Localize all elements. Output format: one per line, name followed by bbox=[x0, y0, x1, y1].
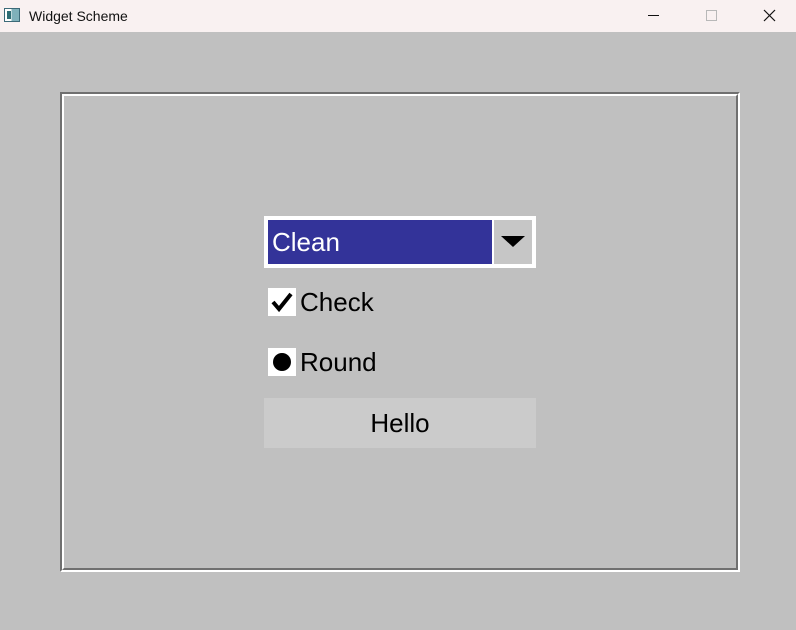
round-button-label: Round bbox=[300, 347, 377, 377]
choice-selected-value[interactable]: Clean bbox=[268, 220, 492, 264]
radio-dot-icon bbox=[273, 353, 291, 371]
close-icon bbox=[763, 9, 776, 22]
maximize-button[interactable] bbox=[683, 0, 741, 32]
choice-dropdown-button[interactable] bbox=[494, 220, 532, 264]
minimize-button[interactable] bbox=[625, 0, 683, 32]
checkmark-icon bbox=[271, 292, 293, 313]
close-button[interactable] bbox=[741, 0, 796, 32]
window-title: Widget Scheme bbox=[29, 8, 128, 24]
maximize-icon bbox=[706, 10, 717, 21]
dropdown-arrow-icon bbox=[501, 236, 525, 247]
check-button-label: Check bbox=[300, 287, 374, 317]
frame-border-inner bbox=[62, 94, 738, 570]
title-bar[interactable]: Widget Scheme bbox=[0, 0, 796, 32]
scheme-choice-dropdown[interactable]: Clean bbox=[264, 216, 536, 268]
frame-border bbox=[60, 92, 740, 572]
radio-box[interactable] bbox=[268, 348, 296, 376]
app-window-icon bbox=[4, 8, 20, 22]
minimize-icon bbox=[648, 15, 659, 16]
app-window: Widget Scheme Clean Check Round Hello bbox=[0, 0, 796, 630]
hello-button[interactable]: Hello bbox=[264, 398, 536, 448]
checkbox[interactable] bbox=[268, 288, 296, 316]
